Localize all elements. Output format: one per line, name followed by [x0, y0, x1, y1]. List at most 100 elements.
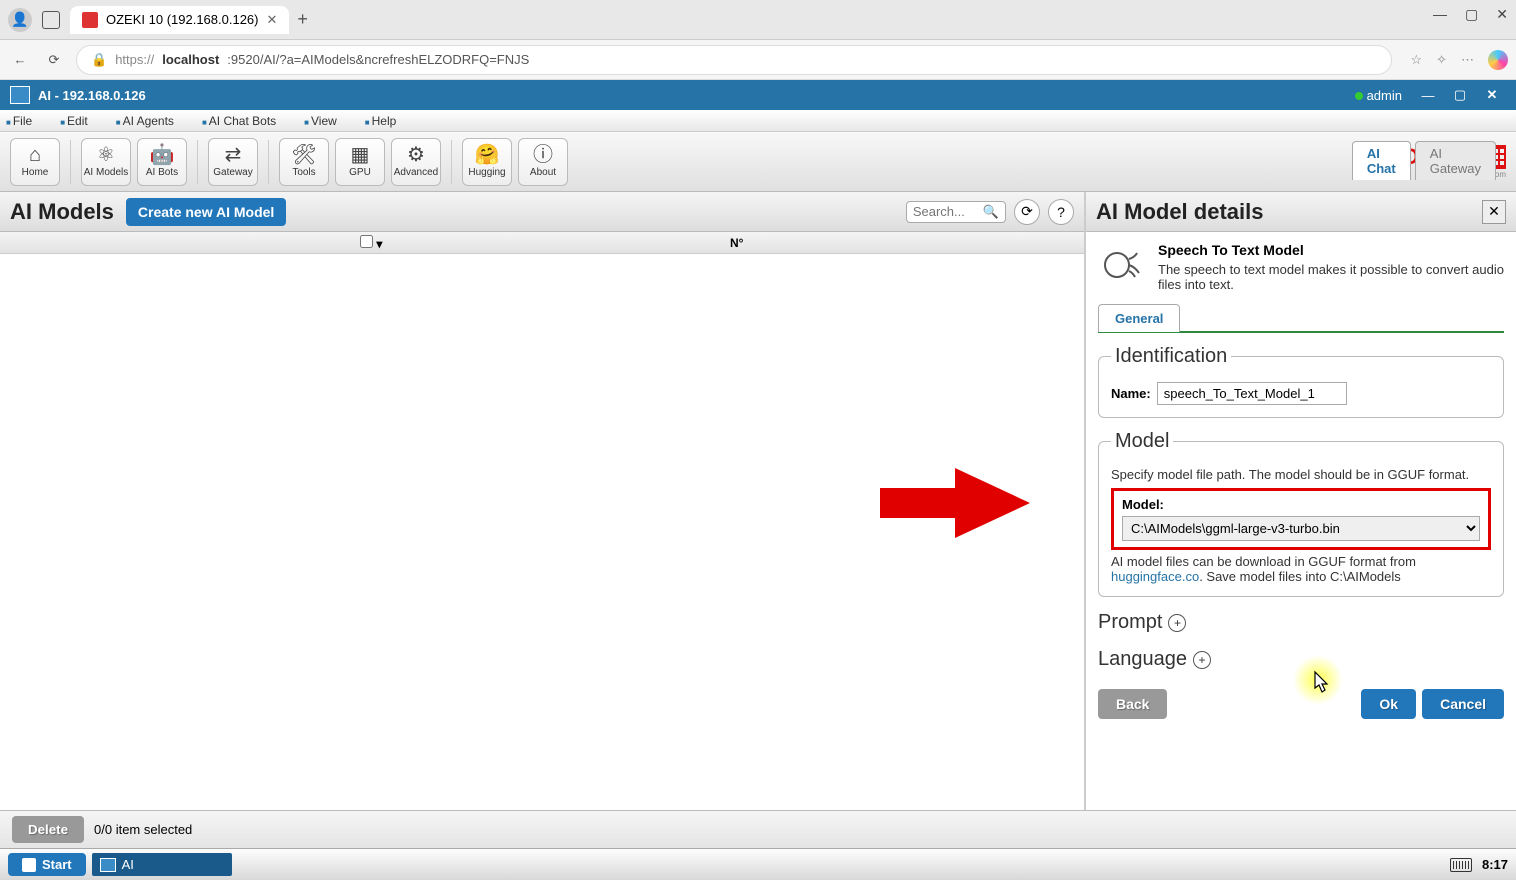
- model-hint: Specify model file path. The model shoul…: [1111, 467, 1491, 482]
- col-number[interactable]: N°: [730, 236, 743, 250]
- star-icon[interactable]: ☆: [1410, 52, 1422, 68]
- taskbar: Start AI 8:17: [0, 848, 1516, 880]
- app-titlebar: AI - 192.168.0.126 admin — ▢ ✕: [0, 80, 1516, 110]
- new-tab-button[interactable]: +: [297, 9, 308, 30]
- download-hint: AI model files can be download in GGUF f…: [1111, 554, 1491, 584]
- copilot-icon[interactable]: [1488, 50, 1508, 70]
- name-label: Name:: [1111, 386, 1151, 401]
- user-label[interactable]: admin: [1355, 88, 1402, 103]
- model-description: The speech to text model makes it possib…: [1158, 262, 1504, 292]
- url-host: localhost: [162, 52, 219, 67]
- tb-gpu[interactable]: ▦GPU: [335, 138, 385, 186]
- refresh-button[interactable]: ⟳: [42, 48, 66, 72]
- toolbar: ⌂Home ⚛AI Models 🤖AI Bots ⇄Gateway 🛠Tool…: [0, 132, 1516, 192]
- tb-home[interactable]: ⌂Home: [10, 138, 60, 186]
- model-select[interactable]: C:\AIModels\ggml-large-v3-turbo.bin: [1122, 516, 1480, 541]
- tab-general[interactable]: General: [1098, 304, 1180, 332]
- fieldset-model: Model Specify model file path. The model…: [1098, 430, 1504, 597]
- app-maximize-icon[interactable]: ▢: [1446, 84, 1474, 106]
- bots-icon: 🤖: [150, 145, 175, 165]
- keyboard-icon[interactable]: [1450, 858, 1472, 872]
- tb-about[interactable]: ⓘAbout: [518, 138, 568, 186]
- refresh-list-button[interactable]: ⟳: [1014, 199, 1040, 225]
- select-all-checkbox[interactable]: ▾: [360, 235, 382, 251]
- taskbar-app[interactable]: AI: [92, 853, 232, 876]
- tab-title: OZEKI 10 (192.168.0.126): [106, 12, 258, 27]
- hugging-icon: 🤗: [475, 145, 500, 165]
- url-path: :9520/AI/?a=AIModels&ncrefreshELZODRFQ=F…: [227, 52, 529, 67]
- table-body: [0, 254, 1084, 810]
- speech-icon: [1098, 242, 1148, 292]
- details-header: AI Model details ✕: [1086, 192, 1516, 232]
- browser-address-bar: ← ⟳ 🔒 https:// localhost :9520/AI/?a=AIMod…: [0, 40, 1516, 80]
- menu-ai-agents[interactable]: ■AI Agents: [116, 114, 188, 128]
- tb-tools[interactable]: 🛠Tools: [279, 138, 329, 186]
- app-minimize-icon[interactable]: —: [1414, 84, 1442, 106]
- tb-ai-bots[interactable]: 🤖AI Bots: [137, 138, 187, 186]
- browser-tab[interactable]: OZEKI 10 (192.168.0.126) ✕: [70, 6, 289, 34]
- huggingface-link[interactable]: huggingface.co: [1111, 569, 1199, 584]
- model-name: Speech To Text Model: [1158, 242, 1504, 258]
- home-icon: ⌂: [29, 145, 41, 165]
- details-title: AI Model details: [1096, 199, 1263, 225]
- fieldset-identification: Identification Name:: [1098, 345, 1504, 418]
- close-icon[interactable]: ✕: [1496, 6, 1508, 23]
- menu-icon[interactable]: ⋯: [1461, 52, 1474, 68]
- close-details-button[interactable]: ✕: [1482, 200, 1506, 224]
- url-scheme: https://: [115, 52, 154, 67]
- language-section[interactable]: Language +: [1098, 648, 1504, 671]
- prompt-section[interactable]: Prompt +: [1098, 611, 1504, 634]
- workspaces-icon[interactable]: [42, 11, 60, 29]
- name-input[interactable]: [1157, 382, 1347, 405]
- cancel-button[interactable]: Cancel: [1422, 689, 1504, 719]
- clock: 8:17: [1482, 857, 1508, 872]
- back-button[interactable]: Back: [1098, 689, 1167, 719]
- ok-button[interactable]: Ok: [1361, 689, 1416, 719]
- url-box[interactable]: 🔒 https:// localhost :9520/AI/?a=AIModels&…: [76, 45, 1392, 75]
- gpu-icon: ▦: [351, 145, 370, 165]
- details-pane: AI Model details ✕ Speech To Text Model …: [1086, 192, 1516, 810]
- info-icon: ⓘ: [533, 145, 553, 165]
- tab-ai-chat[interactable]: AI Chat: [1352, 141, 1411, 180]
- model-field-highlight: Model: C:\AIModels\ggml-large-v3-turbo.b…: [1111, 488, 1491, 550]
- content: AI Models Create new AI Model 🔍 ⟳ ? ▾ N°…: [0, 192, 1516, 810]
- minimize-icon[interactable]: —: [1433, 6, 1447, 23]
- app-title: AI - 192.168.0.126: [38, 88, 146, 103]
- menu-ai-chat-bots[interactable]: ■AI Chat Bots: [202, 114, 290, 128]
- table-header: ▾ N°: [0, 232, 1084, 254]
- models-icon: ⚛: [97, 145, 115, 165]
- browser-window-controls: — ▢ ✕: [1433, 6, 1508, 23]
- tb-gateway[interactable]: ⇄Gateway: [208, 138, 258, 186]
- menu-file[interactable]: ■File: [6, 114, 46, 128]
- expand-icon: +: [1193, 651, 1211, 669]
- menu-edit[interactable]: ■Edit: [60, 114, 102, 128]
- back-button[interactable]: ←: [8, 48, 32, 72]
- lock-icon: 🔒: [91, 52, 107, 68]
- page-title: AI Models: [10, 199, 114, 225]
- tb-advanced[interactable]: ⚙Advanced: [391, 138, 441, 186]
- tb-ai-models[interactable]: ⚛AI Models: [81, 138, 131, 186]
- selection-status: 0/0 item selected: [94, 822, 192, 837]
- menu-view[interactable]: ■View: [304, 114, 351, 128]
- search-icon[interactable]: 🔍: [983, 204, 999, 220]
- delete-button[interactable]: Delete: [12, 816, 84, 843]
- search-box[interactable]: 🔍: [906, 201, 1006, 223]
- help-button[interactable]: ?: [1048, 199, 1074, 225]
- tab-ai-gateway[interactable]: AI Gateway: [1415, 141, 1496, 180]
- tab-favicon: [82, 12, 98, 28]
- profile-icon[interactable]: 👤: [8, 8, 32, 32]
- search-input[interactable]: [913, 204, 983, 219]
- model-label: Model:: [1122, 497, 1480, 512]
- menubar: ■File ■Edit ■AI Agents ■AI Chat Bots ■Vi…: [0, 110, 1516, 132]
- menu-help[interactable]: ■Help: [365, 114, 411, 128]
- tab-close-icon[interactable]: ✕: [266, 12, 277, 28]
- create-model-button[interactable]: Create new AI Model: [126, 198, 286, 226]
- tb-hugging[interactable]: 🤗Hugging: [462, 138, 512, 186]
- favorites-icon[interactable]: ✧: [1436, 52, 1447, 68]
- cursor-icon: [1308, 670, 1332, 704]
- app-close-icon[interactable]: ✕: [1478, 84, 1506, 106]
- maximize-icon[interactable]: ▢: [1465, 6, 1478, 23]
- start-button[interactable]: Start: [8, 853, 86, 876]
- expand-icon: +: [1168, 614, 1186, 632]
- app-logo-icon: [10, 86, 30, 104]
